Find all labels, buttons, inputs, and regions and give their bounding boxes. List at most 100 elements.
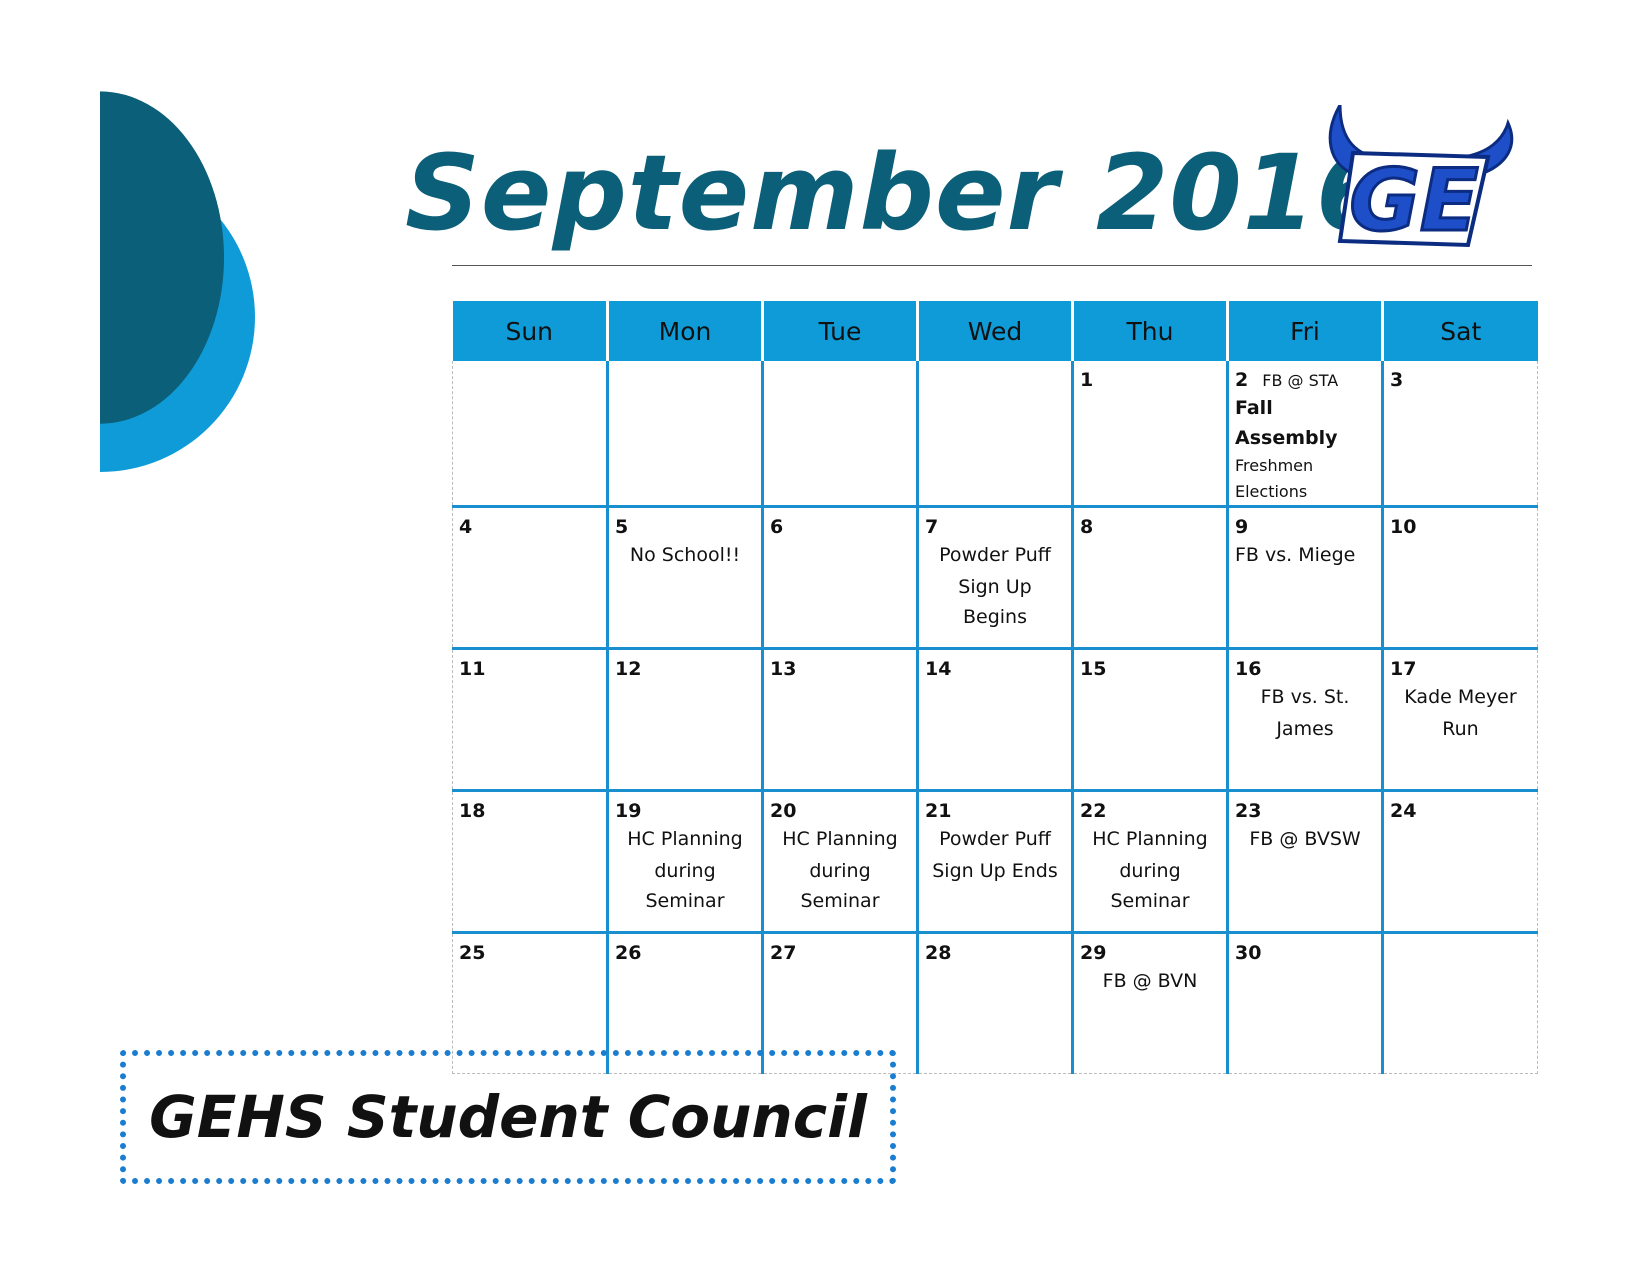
event-text: FB vs. St. [1260,686,1350,708]
footer-title: GEHS Student Council [149,1083,867,1151]
weekday-header: Mon [606,301,763,361]
day-number: 28 [925,942,952,964]
event-text: Sign Up Begins [958,576,1032,628]
logo-letters: GE [1349,151,1478,251]
day-number: 27 [770,942,797,964]
day-cell: 12 [606,647,763,791]
event-text: during Seminar [800,860,880,912]
school-logo: GE [1328,105,1514,253]
event-text: FB @ BVSW [1249,828,1361,850]
week-row: 11 12 13 14 15 16 FB vs. St. James 17 Ka… [452,647,1538,791]
weekday-header: Wed [916,301,1073,361]
day-cell: 20 HC Planning during Seminar [761,789,918,933]
week-row: 18 19 HC Planning during Seminar 20 HC P… [452,789,1538,933]
event-text: Fall Assembly [1235,397,1338,449]
day-number: 30 [1235,942,1262,964]
day-number: 10 [1390,516,1417,538]
event-text: during Seminar [1110,860,1190,912]
weekday-header: Tue [761,301,918,361]
day-cell [916,361,1073,507]
page-title: September 2016 [405,132,1390,254]
day-cell: 16 FB vs. St. James [1226,647,1383,791]
day-number: 21 [925,800,952,822]
day-cell: 7 Powder Puff Sign Up Begins [916,505,1073,649]
day-number: 20 [770,800,797,822]
day-cell [606,361,763,507]
event-text: HC Planning [1092,828,1208,850]
day-cell: 15 [1071,647,1228,791]
event-text: FB vs. Miege [1235,544,1356,566]
day-cell: 2 FB @ STA Fall Assembly Freshmen Electio… [1226,361,1383,507]
event-text: during Seminar [645,860,725,912]
day-cell: 10 [1381,505,1538,649]
event-text: Run [1442,718,1479,740]
day-cell: 18 [452,789,608,933]
event-text: Kade Meyer [1404,686,1517,708]
day-cell: 4 [452,505,608,649]
day-number: 13 [770,658,797,680]
day-cell: 29 FB @ BVN [1071,931,1228,1074]
weekday-header-row: Sun Mon Tue Wed Thu Fri Sat [452,301,1538,361]
day-number: 24 [1390,800,1417,822]
day-cell: 17 Kade Meyer Run [1381,647,1538,791]
day-number: 16 [1235,658,1262,680]
day-number: 25 [459,942,486,964]
event-text: Powder Puff [939,828,1051,850]
day-number: 23 [1235,800,1262,822]
day-number: 15 [1080,658,1107,680]
day-number: 14 [925,658,952,680]
event-text: Elections [1235,482,1308,501]
day-number: 17 [1390,658,1417,680]
week-row: 4 5 No School!! 6 7 Powder Puff Sign Up … [452,505,1538,649]
day-number: 11 [459,658,486,680]
day-cell: 1 [1071,361,1228,507]
event-text: James [1276,718,1334,740]
day-number: 29 [1080,942,1107,964]
day-number: 1 [1080,369,1094,391]
day-number: 4 [459,516,473,538]
weekday-header: Fri [1226,301,1383,361]
event-text: FB @ STA [1262,371,1339,390]
day-number: 22 [1080,800,1107,822]
event-text: FB @ BVN [1102,970,1198,992]
day-number: 5 [615,516,629,538]
day-cell: 6 [761,505,918,649]
day-number: 8 [1080,516,1094,538]
day-number: 3 [1390,369,1404,391]
day-cell: 11 [452,647,608,791]
decorative-circles [100,91,255,472]
title-divider [452,265,1532,266]
day-number: 2 [1235,369,1249,391]
weekday-header: Thu [1071,301,1228,361]
day-cell: 9 FB vs. Miege [1226,505,1383,649]
event-text: Powder Puff [939,544,1051,566]
day-cell [1381,931,1538,1074]
day-cell: 14 [916,647,1073,791]
weekday-header: Sat [1381,301,1538,361]
event-text: No School!! [629,544,741,566]
footer-dotted-box: GEHS Student Council [120,1050,896,1184]
day-number: 19 [615,800,642,822]
day-cell: 13 [761,647,918,791]
day-cell: 28 [916,931,1073,1074]
day-number: 9 [1235,516,1249,538]
weekday-header: Sun [452,301,608,361]
day-number: 18 [459,800,486,822]
day-cell: 22 HC Planning during Seminar [1071,789,1228,933]
day-cell: 3 [1381,361,1538,507]
day-cell: 21 Powder Puff Sign Up Ends [916,789,1073,933]
calendar-grid: Sun Mon Tue Wed Thu Fri Sat 1 2 FB @ STA … [452,301,1538,1074]
day-cell: 8 [1071,505,1228,649]
day-number: 26 [615,942,642,964]
day-cell: 30 [1226,931,1383,1074]
day-number: 6 [770,516,784,538]
week-row: 1 2 FB @ STA Fall Assembly Freshmen Elect… [452,361,1538,507]
event-text: Sign Up Ends [932,860,1058,882]
event-text: HC Planning [782,828,898,850]
day-number: 7 [925,516,939,538]
day-number: 12 [615,658,642,680]
event-text: Freshmen [1235,456,1314,475]
day-cell: 24 [1381,789,1538,933]
event-text: HC Planning [627,828,743,850]
day-cell [452,361,608,507]
